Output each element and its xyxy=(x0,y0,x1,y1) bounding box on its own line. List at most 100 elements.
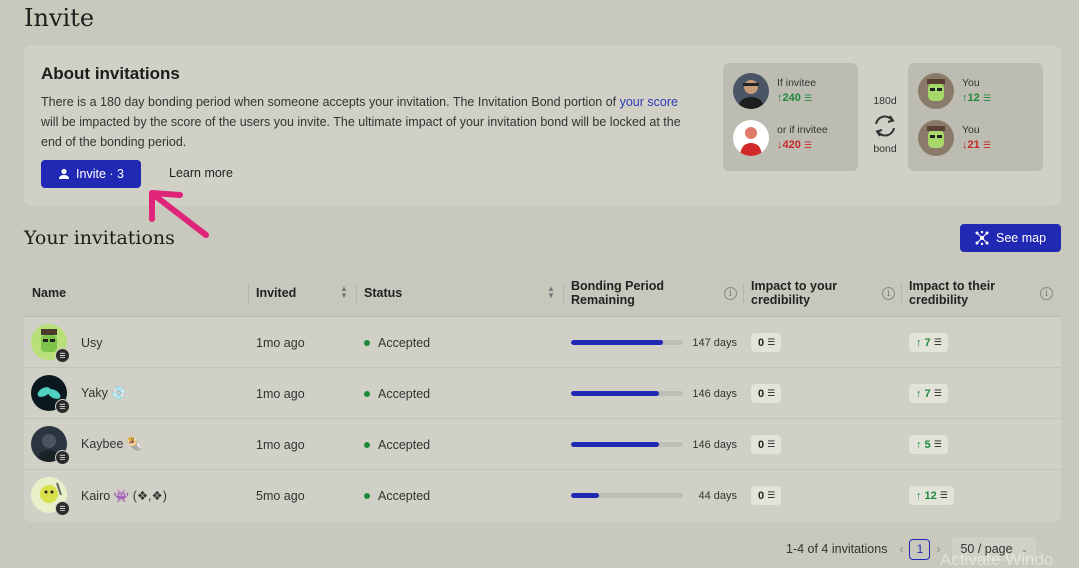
score-icon: ☰ xyxy=(933,439,942,449)
table-row[interactable]: ☰ Kaybee 🌯 1mo ago Accepted 146 days 0 ☰ … xyxy=(24,419,1061,470)
impact-theirs-pill: ↑ 7 ☰ xyxy=(909,333,948,352)
header-status[interactable]: Status xyxy=(364,269,402,317)
info-icon[interactable]: i xyxy=(1040,287,1053,300)
you-top-value: ↑12 xyxy=(962,92,980,104)
score-icon: ☰ xyxy=(933,388,942,398)
prev-page-icon[interactable]: ‹ xyxy=(899,542,903,556)
status-dot-icon xyxy=(364,390,370,397)
status-dot-icon xyxy=(364,492,370,499)
you-bottom-label: You xyxy=(962,124,980,136)
table-row[interactable]: ☰ Yaky 💿 1mo ago Accepted 146 days 0 ☰ ↑ … xyxy=(24,368,1061,419)
row-name: Usy xyxy=(81,335,103,350)
invitee-outcome-box: If invitee ↑240 ☰ or if invitee ↓420 ☰ xyxy=(723,63,858,171)
bonding-progress-bar xyxy=(571,493,683,498)
info-icon[interactable]: i xyxy=(882,287,895,300)
header-bonding-period[interactable]: Bonding Period Remaining xyxy=(571,269,701,317)
bonding-progress-bar xyxy=(571,340,683,345)
see-map-label: See map xyxy=(995,231,1047,245)
invitee-bottom-value: ↓420 xyxy=(777,139,801,151)
table-header: Name Invited ▲ ▼ Status ▲ ▼ Bonding Period… xyxy=(24,269,1061,317)
impact-theirs-pill: ↑ 12 ☰ xyxy=(909,486,954,505)
your-score-link[interactable]: your score xyxy=(620,95,678,109)
page-title: Invite xyxy=(24,4,95,32)
your-avatar xyxy=(918,73,954,109)
score-icon: ☰ xyxy=(803,140,812,150)
annotation-arrow-icon xyxy=(149,190,209,238)
row-name: Kaybee 🌯 xyxy=(81,437,143,451)
header-impact-yours[interactable]: Impact to your credibility xyxy=(751,269,871,317)
page-number-button[interactable]: 1 xyxy=(909,538,931,560)
score-badge-icon: ☰ xyxy=(55,501,70,516)
bonding-progress-bar xyxy=(571,391,683,396)
row-days-remaining: 146 days xyxy=(692,387,737,400)
impact-yours-pill: 0 ☰ xyxy=(751,486,782,505)
bond-period-indicator: 180d bond xyxy=(870,95,900,155)
row-days-remaining: 146 days xyxy=(692,438,737,451)
about-description: There is a 180 day bonding period when s… xyxy=(41,92,681,152)
row-status: Accepted xyxy=(378,488,431,503)
impact-yours-pill: 0 ☰ xyxy=(751,435,782,454)
impact-theirs-pill: ↑ 5 ☰ xyxy=(909,435,948,454)
invitee-avatar xyxy=(733,73,769,109)
about-title: About invitations xyxy=(41,64,180,83)
row-name: Kairo 👾 (❖,❖) xyxy=(81,488,167,503)
score-badge-icon: ☰ xyxy=(55,450,70,465)
refresh-icon xyxy=(875,115,895,137)
score-badge-icon: ☰ xyxy=(55,348,70,363)
score-icon: ☰ xyxy=(982,140,991,150)
row-name: Yaky 💿 xyxy=(81,386,127,400)
score-icon: ☰ xyxy=(939,490,948,500)
user-plus-icon xyxy=(59,168,70,179)
score-icon: ☰ xyxy=(933,337,942,347)
header-name[interactable]: Name xyxy=(32,269,66,317)
activate-windows-watermark: Activate Windo xyxy=(940,550,1054,568)
row-invited: 1mo ago xyxy=(256,437,305,452)
your-outcome-box: You ↑12 ☰ You ↓21 ☰ xyxy=(908,63,1043,171)
about-invitations-card: About invitations There is a 180 day bon… xyxy=(24,45,1061,206)
invitations-table: Name Invited ▲ ▼ Status ▲ ▼ Bonding Period… xyxy=(24,269,1061,522)
status-dot-icon xyxy=(364,441,370,448)
about-text-part2: will be impacted by the score of the use… xyxy=(41,115,681,149)
score-icon: ☰ xyxy=(982,93,991,103)
learn-more-link[interactable]: Learn more xyxy=(169,166,233,180)
invitee-top-value: ↑240 xyxy=(777,92,801,104)
invite-button-label: Invite · 3 xyxy=(76,167,124,181)
network-icon xyxy=(975,231,989,245)
you-top-label: You xyxy=(962,77,980,89)
row-status: Accepted xyxy=(378,386,431,401)
bond-period-label: bond xyxy=(873,143,897,155)
score-badge-icon: ☰ xyxy=(55,399,70,414)
invitee-bottom-label: or if invitee xyxy=(777,124,828,136)
sort-icon[interactable]: ▲ ▼ xyxy=(547,285,555,300)
impact-yours-pill: 0 ☰ xyxy=(751,333,782,352)
header-invited[interactable]: Invited xyxy=(256,269,296,317)
row-invited: 1mo ago xyxy=(256,386,305,401)
row-status: Accepted xyxy=(378,437,431,452)
score-icon: ☰ xyxy=(767,337,775,347)
table-row[interactable]: ☰ Kairo 👾 (❖,❖) 5mo ago Accepted 44 days… xyxy=(24,470,1061,521)
invitee-avatar-2 xyxy=(733,120,769,156)
bonding-progress-bar xyxy=(571,442,683,447)
see-map-button[interactable]: See map xyxy=(960,224,1061,252)
row-invited: 1mo ago xyxy=(256,335,305,350)
table-row[interactable]: ☰ Usy 1mo ago Accepted 147 days 0 ☰ ↑ 7 ☰ xyxy=(24,317,1061,368)
impact-yours-pill: 0 ☰ xyxy=(751,384,782,403)
header-impact-theirs[interactable]: Impact to their credibility xyxy=(909,269,1029,317)
about-text-part1: There is a 180 day bonding period when s… xyxy=(41,95,620,109)
row-days-remaining: 147 days xyxy=(692,336,737,349)
impact-theirs-pill: ↑ 7 ☰ xyxy=(909,384,948,403)
score-icon: ☰ xyxy=(767,490,775,500)
pagination-summary: 1-4 of 4 invitations xyxy=(786,542,888,556)
row-days-remaining: 44 days xyxy=(698,489,737,502)
sort-icon[interactable]: ▲ ▼ xyxy=(340,285,348,300)
your-avatar-2 xyxy=(918,120,954,156)
row-status: Accepted xyxy=(378,335,431,350)
invitee-top-label: If invitee xyxy=(777,77,817,89)
you-bottom-value: ↓21 xyxy=(962,139,980,151)
score-icon: ☰ xyxy=(803,93,812,103)
score-icon: ☰ xyxy=(767,388,775,398)
score-icon: ☰ xyxy=(767,439,775,449)
invite-button[interactable]: Invite · 3 xyxy=(41,160,141,188)
info-icon[interactable]: i xyxy=(724,287,737,300)
status-dot-icon xyxy=(364,339,370,346)
